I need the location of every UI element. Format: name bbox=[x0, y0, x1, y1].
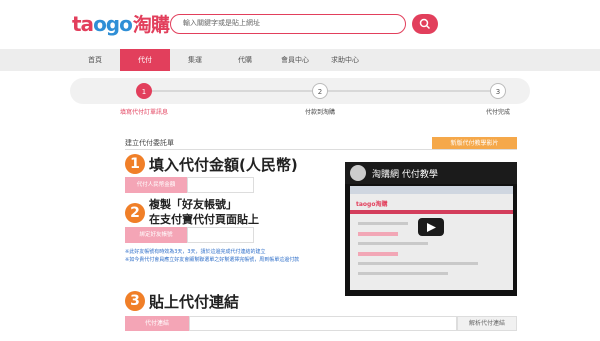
step2-title-line2: 在支付寶代付頁面貼上 bbox=[149, 213, 259, 226]
nav-help-center[interactable]: 求助中心 bbox=[320, 49, 370, 71]
step1-number-badge: 1 bbox=[125, 154, 145, 174]
section-divider bbox=[125, 149, 517, 150]
video-screen-pink bbox=[358, 252, 398, 256]
search-icon bbox=[419, 18, 431, 30]
search-input[interactable]: 輸入關鍵字或是貼上網址 bbox=[170, 14, 406, 34]
step-3-label: 代付完成 bbox=[485, 109, 510, 116]
nav-member-center[interactable]: 會員中心 bbox=[270, 49, 320, 71]
play-button[interactable] bbox=[418, 218, 444, 236]
friend-account-label: 綁定好友帳號 bbox=[125, 227, 187, 243]
video-screen-line bbox=[358, 222, 408, 225]
search-button[interactable] bbox=[412, 14, 438, 34]
step-2-circle: 2 bbox=[312, 83, 328, 99]
logo-ogo: ogo bbox=[93, 12, 133, 36]
step-3-circle: 3 bbox=[490, 83, 506, 99]
step2-number-badge: 2 bbox=[125, 203, 145, 223]
nav-consolidated-shipping[interactable]: 集運 bbox=[170, 49, 220, 71]
video-screen-pink bbox=[358, 232, 398, 236]
step2-title-line1: 複製「好友帳號」 bbox=[149, 198, 237, 211]
video-screen-line bbox=[358, 242, 428, 245]
video-browser-bar bbox=[350, 186, 513, 194]
search-placeholder: 輸入關鍵字或是貼上網址 bbox=[183, 19, 260, 27]
section-title: 建立代付委託單 bbox=[125, 139, 174, 147]
step3-title: 貼上代付連結 bbox=[149, 293, 240, 311]
note-line-2: ※如今貴代付會員應立好友會顯幫聯選單之好幫選擇完帳號，周到帳單這邊付款 bbox=[125, 257, 300, 263]
video-screen-line bbox=[358, 262, 478, 265]
step3-number-badge: 3 bbox=[125, 291, 145, 311]
step1-title: 填入代付金額(人民幣) bbox=[149, 156, 298, 174]
step-1-circle: 1 bbox=[136, 83, 152, 99]
pay-link-input[interactable] bbox=[189, 316, 457, 331]
friend-account-field[interactable] bbox=[187, 227, 254, 243]
link-label: 代付連結 bbox=[125, 316, 189, 331]
parse-link-button[interactable]: 解析代付連結 bbox=[457, 316, 517, 331]
nav-proxy-pay[interactable]: 代付 bbox=[120, 49, 170, 71]
main-nav: 首頁 代付 集運 代購 會員中心 求助中心 bbox=[0, 49, 600, 71]
video-title: 淘購網 代付教學 bbox=[372, 170, 438, 180]
video-screen-logo: taogo淘購 bbox=[356, 201, 388, 208]
note-line-1: ※此好友帳號有時效為3天，3天，請於這邊完成代付連結的建立 bbox=[125, 249, 266, 255]
step-1-label: 填寫代付訂單訊息 bbox=[120, 109, 169, 116]
channel-avatar bbox=[350, 165, 366, 181]
amount-input[interactable] bbox=[187, 177, 254, 193]
logo-chinese: 淘購 bbox=[132, 14, 170, 36]
nav-home[interactable]: 首頁 bbox=[70, 49, 120, 71]
play-icon bbox=[427, 223, 436, 232]
amount-label: 代付人民幣金額 bbox=[125, 177, 187, 193]
nav-purchase-agent[interactable]: 代購 bbox=[220, 49, 270, 71]
logo-ta: ta bbox=[72, 12, 94, 36]
video-screen-nav bbox=[350, 210, 513, 214]
step-2-label: 付款到淘購 bbox=[304, 109, 335, 116]
taogo-logo[interactable]: taogo淘購 bbox=[72, 10, 170, 37]
video-screen-line bbox=[358, 272, 448, 275]
